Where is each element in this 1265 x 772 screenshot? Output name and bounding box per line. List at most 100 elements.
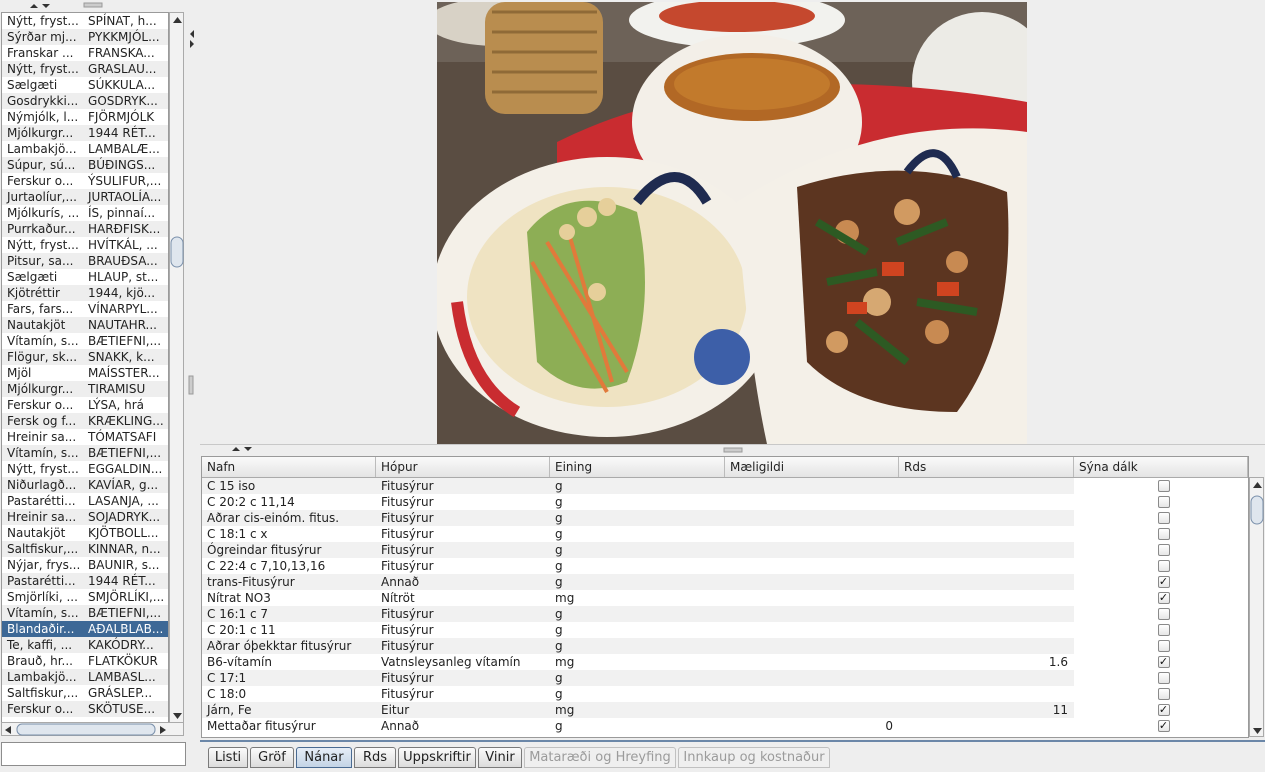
show-column-checkbox[interactable]: ✓	[1157, 576, 1170, 588]
tab-rds[interactable]: Rds	[354, 747, 396, 768]
horizontal-splitter[interactable]	[200, 444, 1265, 456]
food-list-row[interactable]: Mjólkurgr... 1944 RÉT...	[2, 125, 168, 141]
food-list-row[interactable]: Jurtaolíur,... JURTAOLÍA...	[2, 189, 168, 205]
column-header-name[interactable]: Nafn	[202, 457, 376, 477]
table-row[interactable]: Aðrar óþekktar fitusýrur Fitusýrur g	[202, 638, 1248, 654]
food-list-row[interactable]: Kjötréttir 1944, kjö...	[2, 285, 168, 301]
food-list-row[interactable]: Sælgæti HLAUP, st...	[2, 269, 168, 285]
food-list-row[interactable]: Flögur, sk... SNAKK, k...	[2, 349, 168, 365]
show-column-checkbox[interactable]	[1157, 496, 1170, 508]
show-column-checkbox[interactable]	[1157, 512, 1170, 524]
food-list-row[interactable]: Fersk og f... KRÆKLING...	[2, 413, 168, 429]
show-column-checkbox[interactable]: ✓	[1157, 592, 1170, 604]
table-row[interactable]: C 16:1 c 7 Fitusýrur g	[202, 606, 1248, 622]
table-row[interactable]: B6-vítamín Vatnsleysanleg vítamín mg 1.6 ✓	[202, 654, 1248, 670]
food-list-row[interactable]: Pastarétti... 1944 RÉT...	[2, 573, 168, 589]
tab-uppskriftir[interactable]: Uppskriftir	[398, 747, 476, 768]
column-header-rds[interactable]: Rds	[899, 457, 1074, 477]
food-list-row[interactable]: Nýmjólk, l... FJÖRMJÓLK	[2, 109, 168, 125]
show-column-checkbox[interactable]	[1157, 480, 1170, 492]
food-list-row[interactable]: Sýrðar mj... PYKKMJÓL...	[2, 29, 168, 45]
table-row[interactable]: C 15 iso Fitusýrur g	[202, 478, 1248, 494]
food-list-vertical-scrollbar[interactable]	[169, 12, 184, 724]
show-column-checkbox[interactable]	[1157, 688, 1170, 700]
list-collapse-arrows[interactable]	[0, 0, 190, 12]
food-list-row[interactable]: Vítamín, s... BÆTIEFNI,...	[2, 605, 168, 621]
column-header-group[interactable]: Hópur	[376, 457, 550, 477]
food-list-row[interactable]: Nautakjöt KJÖTBOLL...	[2, 525, 168, 541]
food-list-row[interactable]: Nýtt, fryst... GRASLAU...	[2, 61, 168, 77]
table-row[interactable]: C 18:1 c x Fitusýrur g	[202, 526, 1248, 542]
column-header-unit[interactable]: Eining	[550, 457, 725, 477]
nutrient-name-cell: C 20:2 c 11,14	[207, 495, 295, 509]
column-header-show-column[interactable]: Sýna dálk	[1074, 457, 1248, 477]
table-row[interactable]: C 22:4 c 7,10,13,16 Fitusýrur g	[202, 558, 1248, 574]
food-list-row[interactable]: Niðurlagð... KAVÍAR, g...	[2, 477, 168, 493]
food-list-row[interactable]: Lambakjö... LAMBASL...	[2, 669, 168, 685]
food-list-row[interactable]: Mjöl MAÍSSTER...	[2, 365, 168, 381]
table-row[interactable]: C 20:1 c 11 Fitusýrur g	[202, 622, 1248, 638]
food-list-row[interactable]: Nýtt, fryst... EGGALDIN...	[2, 461, 168, 477]
food-list-row[interactable]: Ferskur o... LÝSA, hrá	[2, 397, 168, 413]
food-list-row[interactable]: Mjólkurgr... TIRAMISU	[2, 381, 168, 397]
food-list-row[interactable]: Pastarétti... LASANJA, ...	[2, 493, 168, 509]
food-list-row[interactable]: Fars, fars... VÍNARPYL...	[2, 301, 168, 317]
table-row[interactable]: C 17:1 Fitusýrur g	[202, 670, 1248, 686]
food-list-row[interactable]: Ferskur o... SKÖTUSE...	[2, 701, 168, 717]
show-column-checkbox[interactable]	[1157, 640, 1170, 652]
table-row[interactable]: C 18:0 Fitusýrur g	[202, 686, 1248, 702]
table-row[interactable]: Járn, Fe Eitur mg 11 ✓	[202, 702, 1248, 718]
food-list[interactable]: Nýtt, fryst... SPÍNAT, h... Sýrðar mj... PY…	[1, 12, 169, 724]
tab-listi[interactable]: Listi	[208, 747, 248, 768]
table-row[interactable]: Nítrat NO3 Nítröt mg ✓	[202, 590, 1248, 606]
food-list-row[interactable]: Hreinir sa... TÓMATSAFI	[2, 429, 168, 445]
show-column-checkbox[interactable]	[1157, 624, 1170, 636]
show-column-checkbox[interactable]: ✓	[1157, 656, 1170, 668]
tab-nánar[interactable]: Nánar	[296, 747, 352, 768]
table-row[interactable]: Mettaðar fitusýrur Annað g 0 ✓	[202, 718, 1248, 734]
tab-vinir[interactable]: Vinir	[478, 747, 522, 768]
food-list-row[interactable]: Saltfiskur,... KINNAR, n...	[2, 541, 168, 557]
show-column-cell	[1074, 478, 1248, 494]
food-list-row[interactable]: Hreinir sa... SOJADRYK...	[2, 509, 168, 525]
food-list-row[interactable]: Gosdrykki... GOSDRYK...	[2, 93, 168, 109]
column-header-value[interactable]: Mæligildi	[725, 457, 899, 477]
food-list-row[interactable]: Sælgæti SÚKKULA...	[2, 77, 168, 93]
food-list-row[interactable]: Brauð, hr... FLATKÖKUR	[2, 653, 168, 669]
food-list-row[interactable]: Nýtt, fryst... HVÍTKÁL, ...	[2, 237, 168, 253]
show-column-checkbox[interactable]	[1157, 544, 1170, 556]
food-search-input[interactable]	[1, 742, 186, 766]
food-list-row[interactable]: Ferskur o... ÝSULIFUR,...	[2, 173, 168, 189]
food-list-row[interactable]: Nautakjöt NAUTAHR...	[2, 317, 168, 333]
show-column-checkbox[interactable]	[1157, 560, 1170, 572]
food-list-horizontal-scrollbar[interactable]	[1, 722, 184, 736]
food-list-row[interactable]: Nýjar, frys... BAUNIR, s...	[2, 557, 168, 573]
show-column-checkbox[interactable]	[1157, 672, 1170, 684]
food-list-row[interactable]: Saltfiskur,... GRÁSLEP...	[2, 685, 168, 701]
food-group-cell: Niðurlagð...	[7, 478, 77, 492]
food-list-row[interactable]: Smjörlíki, ... SMJÖRLÍKI,...	[2, 589, 168, 605]
nutrient-detail-table[interactable]: Nafn Hópur Eining Mæligildi Rds Sýna dál…	[201, 456, 1249, 738]
table-row[interactable]: Aðrar cis-einóm. fitus. Fitusýrur g	[202, 510, 1248, 526]
table-row[interactable]: Ógreindar fitusýrur Fitusýrur g	[202, 542, 1248, 558]
show-column-checkbox[interactable]: ✓	[1157, 720, 1170, 732]
table-row[interactable]: trans-Fitusýrur Annað g ✓	[202, 574, 1248, 590]
food-list-row[interactable]: Mjólkurís, ... ÍS, pinnaí...	[2, 205, 168, 221]
food-list-row[interactable]: Pitsur, sa... BRAUÐSA...	[2, 253, 168, 269]
food-list-row[interactable]: Blandaðir... AÐALBLAB...	[2, 621, 168, 637]
food-list-row[interactable]: Purrkaður... HARÐFISK...	[2, 221, 168, 237]
food-list-row[interactable]: Lambakjö... LAMBALÆ...	[2, 141, 168, 157]
food-list-row[interactable]: Franskar ... FRANSKA...	[2, 45, 168, 61]
vertical-splitter[interactable]	[186, 0, 198, 742]
food-list-row[interactable]: Súpur, sú... BÚÐINGS...	[2, 157, 168, 173]
show-column-checkbox[interactable]	[1157, 608, 1170, 620]
tab-gröf[interactable]: Gröf	[250, 747, 294, 768]
show-column-checkbox[interactable]	[1157, 528, 1170, 540]
food-list-row[interactable]: Vítamín, s... BÆTIEFNI,...	[2, 445, 168, 461]
food-list-row[interactable]: Te, kaffi, ... KAKÓDRY...	[2, 637, 168, 653]
table-vertical-scrollbar[interactable]	[1249, 477, 1264, 737]
food-list-row[interactable]: Nýtt, fryst... SPÍNAT, h...	[2, 13, 168, 29]
food-list-row[interactable]: Vítamín, s... BÆTIEFNI,...	[2, 333, 168, 349]
table-row[interactable]: C 20:2 c 11,14 Fitusýrur g	[202, 494, 1248, 510]
show-column-checkbox[interactable]: ✓	[1157, 704, 1170, 716]
